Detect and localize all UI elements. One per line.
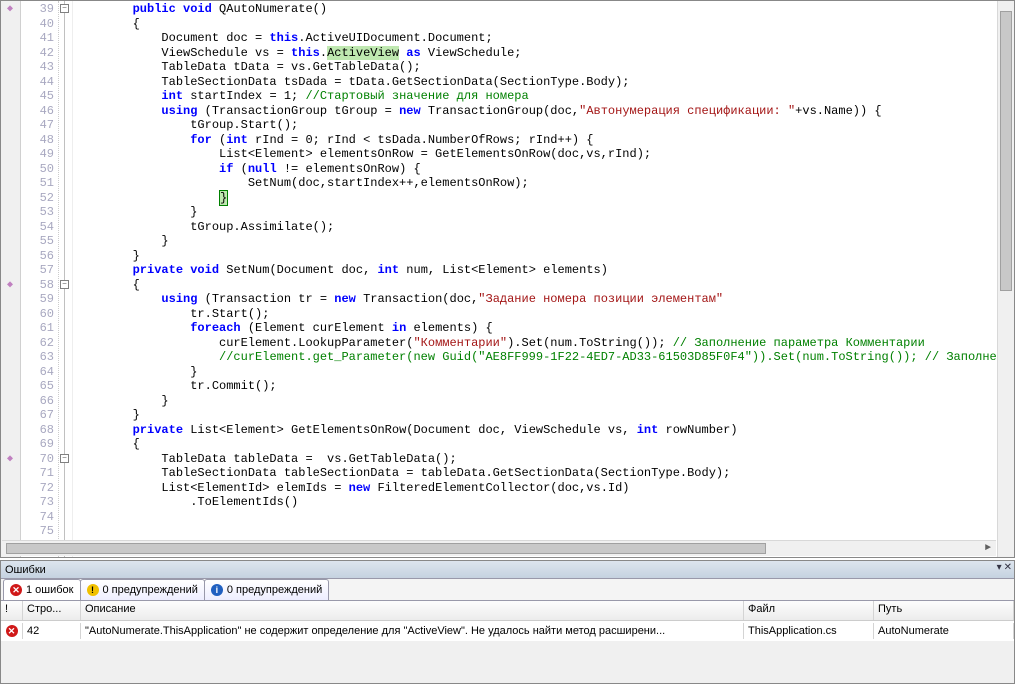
code-line[interactable]: TableSectionData tableSectionData = tabl… xyxy=(75,466,997,481)
panel-close-icon[interactable]: ✕ xyxy=(1004,562,1012,573)
code-line[interactable]: using (TransactionGroup tGroup = new Tra… xyxy=(75,104,997,119)
errors-panel: Ошибки ▾ ✕ ✕ 1 ошибок! 0 предупреждений i 0 … xyxy=(0,560,1015,684)
vertical-scrollbar[interactable] xyxy=(997,1,1014,557)
errors-tabs: ✕ 1 ошибок! 0 предупреждений i 0 предупрежде… xyxy=(1,579,1014,601)
col-icon-header[interactable]: ! xyxy=(1,601,23,620)
code-line[interactable]: curElement.LookupParameter("Комментарии"… xyxy=(75,336,997,351)
method-marker-icon[interactable]: ◆ xyxy=(4,453,16,465)
code-line[interactable]: public void QAutoNumerate() xyxy=(75,2,997,17)
code-line[interactable]: if (null != elementsOnRow) { xyxy=(75,162,997,177)
code-line[interactable]: List<Element> elementsOnRow = GetElement… xyxy=(75,147,997,162)
error-row[interactable]: ✕ 42"AutoNumerate.ThisApplication" не сод… xyxy=(1,621,1014,641)
errors-filter-tab[interactable]: ✕ 1 ошибок xyxy=(3,579,81,600)
code-editor[interactable]: ◆ ◆ ◆ 394041424344454647484950515253545556… xyxy=(0,0,1015,558)
tab-label: 0 предупреждений xyxy=(227,584,322,596)
code-line[interactable]: TableSectionData tsDada = tData.GetSecti… xyxy=(75,75,997,90)
code-line[interactable]: .ToElementIds() xyxy=(75,495,997,510)
error-description: "AutoNumerate.ThisApplication" не содерж… xyxy=(81,623,744,639)
code-line[interactable]: int startIndex = 1; //Стартовый значение… xyxy=(75,89,997,104)
code-line[interactable]: { xyxy=(75,437,997,452)
code-line[interactable]: SetNum(doc,startIndex++,elementsOnRow); xyxy=(75,176,997,191)
col-line-header[interactable]: Стро... xyxy=(23,601,81,620)
code-line[interactable]: tGroup.Assimilate(); xyxy=(75,220,997,235)
breakpoint-gutter[interactable]: ◆ ◆ ◆ xyxy=(1,1,21,557)
blue-status-icon: i xyxy=(211,584,223,596)
code-line[interactable]: } xyxy=(75,191,997,206)
error-line: 42 xyxy=(23,623,81,639)
scrollbar-thumb[interactable] xyxy=(6,543,766,554)
panel-dropdown-icon[interactable]: ▾ xyxy=(997,562,1002,573)
code-line[interactable]: { xyxy=(75,17,997,32)
code-line[interactable]: { xyxy=(75,278,997,293)
code-line[interactable]: foreach (Element curElement in elements)… xyxy=(75,321,997,336)
code-line[interactable]: using (Transaction tr = new Transaction(… xyxy=(75,292,997,307)
tab-label: 1 ошибок xyxy=(26,584,74,596)
code-line[interactable]: private List<Element> GetElementsOnRow(D… xyxy=(75,423,997,438)
code-line[interactable]: } xyxy=(75,365,997,380)
errors-grid[interactable]: ! Стро... Описание Файл Путь ✕ 42"AutoNum… xyxy=(1,601,1014,641)
horizontal-scrollbar[interactable]: ◄ ► xyxy=(2,540,996,556)
errors-panel-titlebar[interactable]: Ошибки ▾ ✕ xyxy=(1,561,1014,579)
errors-grid-header[interactable]: ! Стро... Описание Файл Путь xyxy=(1,601,1014,621)
code-line[interactable]: List<ElementId> elemIds = new FilteredEl… xyxy=(75,481,997,496)
code-line[interactable]: } xyxy=(75,205,997,220)
tab-label: 0 предупреждений xyxy=(103,584,198,596)
code-line[interactable]: tr.Start(); xyxy=(75,307,997,322)
error-file: ThisApplication.cs xyxy=(744,623,874,639)
error-path: AutoNumerate xyxy=(874,623,1014,639)
code-line[interactable]: Document doc = this.ActiveUIDocument.Doc… xyxy=(75,31,997,46)
code-line[interactable]: } xyxy=(75,234,997,249)
method-marker-icon[interactable]: ◆ xyxy=(4,279,16,291)
code-line[interactable]: TableData tData = vs.GetTableData(); xyxy=(75,60,997,75)
scrollbar-thumb[interactable] xyxy=(1000,11,1012,291)
code-line[interactable]: } xyxy=(75,249,997,264)
yellow-status-icon: ! xyxy=(87,584,99,596)
code-line[interactable]: TableData tableData = vs.GetTableData(); xyxy=(75,452,997,467)
code-line[interactable]: for (int rInd = 0; rInd < tsDada.NumberO… xyxy=(75,133,997,148)
errors-panel-title: Ошибки xyxy=(5,564,46,576)
code-line[interactable]: //curElement.get_Parameter(new Guid("AE8… xyxy=(75,350,997,365)
code-line[interactable]: } xyxy=(75,394,997,409)
code-line[interactable]: } xyxy=(75,408,997,423)
red-status-icon: ✕ xyxy=(10,584,22,596)
col-path-header[interactable]: Путь xyxy=(874,601,1014,620)
code-line[interactable]: tGroup.Start(); xyxy=(75,118,997,133)
fold-toggle-icon[interactable]: − xyxy=(60,454,69,463)
fold-toggle-icon[interactable]: − xyxy=(60,4,69,13)
error-icon: ✕ xyxy=(6,625,18,637)
code-line[interactable]: private void SetNum(Document doc, int nu… xyxy=(75,263,997,278)
method-marker-icon[interactable]: ◆ xyxy=(4,3,16,15)
col-file-header[interactable]: Файл xyxy=(744,601,874,620)
scroll-right-arrow[interactable]: ► xyxy=(980,541,996,556)
code-line[interactable]: ViewSchedule vs = this.ActiveView as Vie… xyxy=(75,46,997,61)
col-desc-header[interactable]: Описание xyxy=(81,601,744,620)
fold-toggle-icon[interactable]: − xyxy=(60,280,69,289)
fold-gutter[interactable]: − − − xyxy=(59,1,73,557)
errors-filter-tab[interactable]: ! 0 предупреждений xyxy=(80,579,205,600)
line-number-gutter: 3940414243444546474849505152535455565758… xyxy=(21,1,59,557)
code-line[interactable]: tr.Commit(); xyxy=(75,379,997,394)
code-text-area[interactable]: public void QAutoNumerate() { Document d… xyxy=(73,1,997,557)
errors-filter-tab[interactable]: i 0 предупреждений xyxy=(204,579,329,600)
